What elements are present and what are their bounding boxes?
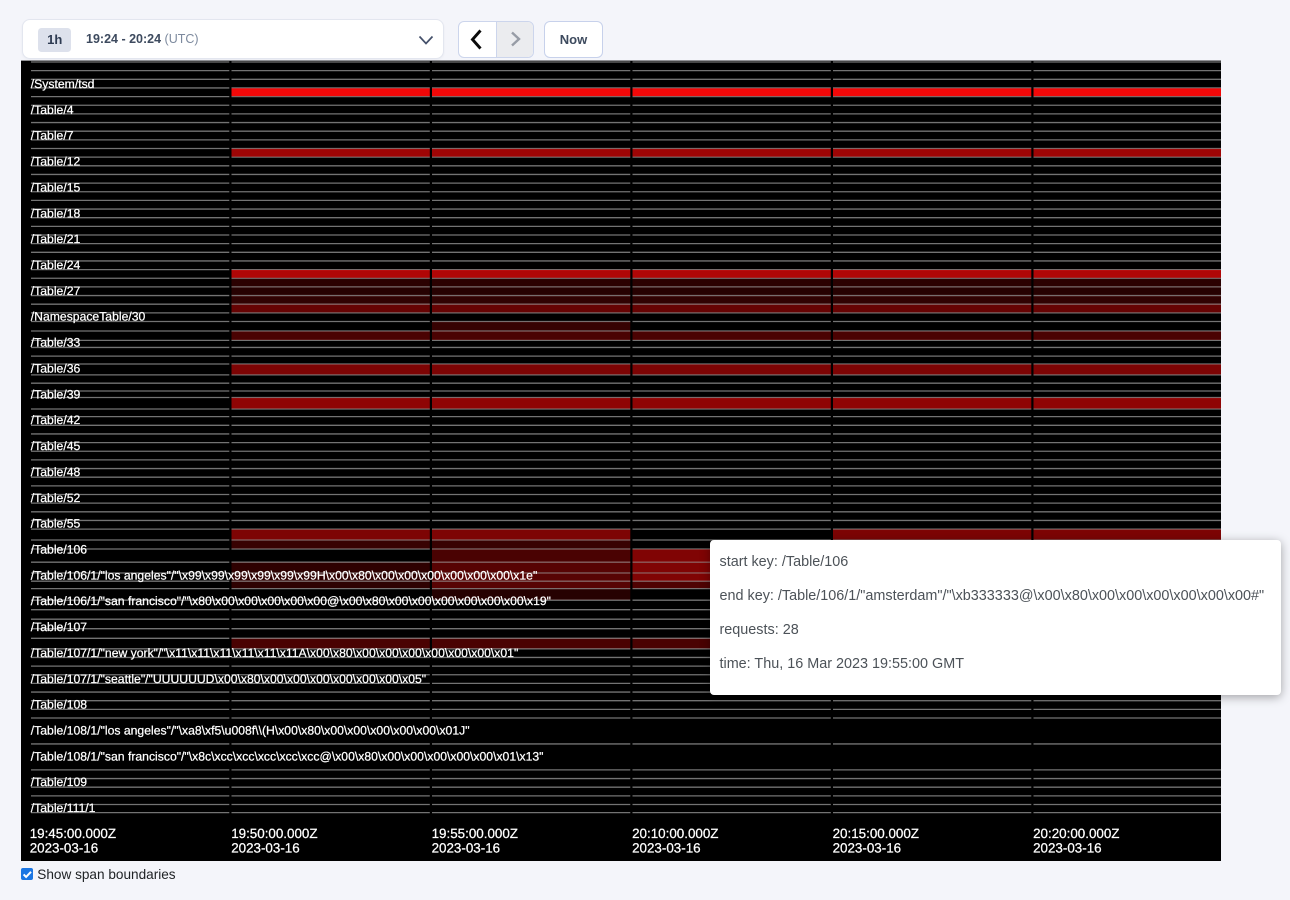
- svg-text:/Table/107/1/"seattle"/"UUUUUU: /Table/107/1/"seattle"/"UUUUUUD\x00\x80\…: [31, 672, 426, 686]
- svg-text:/Table/55: /Table/55: [31, 517, 81, 531]
- svg-text:20:20:00.000Z: 20:20:00.000Z: [1033, 826, 1119, 841]
- svg-text:/Table/106/1/"san francisco"/": /Table/106/1/"san francisco"/"\x80\x00\x…: [31, 594, 551, 608]
- svg-text:/Table/108/1/"san francisco"/": /Table/108/1/"san francisco"/"\x8c\xcc\x…: [31, 749, 544, 763]
- svg-text:19:45:00.000Z: 19:45:00.000Z: [30, 826, 116, 841]
- svg-text:19:50:00.000Z: 19:50:00.000Z: [231, 826, 317, 841]
- svg-text:/Table/109: /Table/109: [31, 775, 87, 789]
- svg-text:/Table/108/1/"los angeles"/"\x: /Table/108/1/"los angeles"/"\xa8\xf5\u00…: [31, 724, 470, 738]
- svg-text:/Table/42: /Table/42: [31, 413, 81, 427]
- svg-text:/Table/39: /Table/39: [31, 387, 81, 401]
- svg-text:/Table/106: /Table/106: [31, 543, 87, 557]
- svg-text:/Table/33: /Table/33: [31, 336, 81, 350]
- svg-text:/Table/48: /Table/48: [31, 465, 81, 479]
- svg-text:2023-03-16: 2023-03-16: [231, 840, 300, 855]
- svg-text:/Table/18: /Table/18: [31, 206, 81, 220]
- svg-text:19:55:00.000Z: 19:55:00.000Z: [432, 826, 518, 841]
- svg-text:/Table/52: /Table/52: [31, 491, 81, 505]
- svg-text:20:15:00.000Z: 20:15:00.000Z: [833, 826, 919, 841]
- svg-text:/Table/12: /Table/12: [31, 155, 81, 169]
- svg-text:/Table/21: /Table/21: [31, 232, 81, 246]
- svg-text:2023-03-16: 2023-03-16: [833, 840, 902, 855]
- svg-text:2023-03-16: 2023-03-16: [632, 840, 701, 855]
- svg-text:/Table/27: /Table/27: [31, 284, 81, 298]
- svg-text:2023-03-16: 2023-03-16: [30, 840, 99, 855]
- svg-text:20:10:00.000Z: 20:10:00.000Z: [632, 826, 718, 841]
- svg-text:/Table/15: /Table/15: [31, 180, 81, 194]
- svg-text:/Table/4: /Table/4: [31, 103, 74, 117]
- svg-text:/Table/24: /Table/24: [31, 258, 81, 272]
- svg-text:/Table/106/1/"los angeles"/"\x: /Table/106/1/"los angeles"/"\x99\x99\x99…: [31, 568, 537, 582]
- svg-text:/Table/107/1/"new york"/"\x11\: /Table/107/1/"new york"/"\x11\x11\x11\x1…: [31, 646, 519, 660]
- svg-text:/Table/7: /Table/7: [31, 129, 74, 143]
- svg-text:/System/tsd: /System/tsd: [31, 77, 95, 91]
- svg-text:/Table/36: /Table/36: [31, 362, 81, 376]
- svg-text:/Table/107: /Table/107: [31, 620, 87, 634]
- svg-text:/Table/45: /Table/45: [31, 439, 81, 453]
- svg-text:/Table/111/1: /Table/111/1: [31, 801, 96, 815]
- svg-text:2023-03-16: 2023-03-16: [432, 840, 501, 855]
- svg-text:2023-03-16: 2023-03-16: [1033, 840, 1102, 855]
- svg-text:/Table/108: /Table/108: [31, 698, 87, 712]
- svg-text:/NamespaceTable/30: /NamespaceTable/30: [31, 310, 146, 324]
